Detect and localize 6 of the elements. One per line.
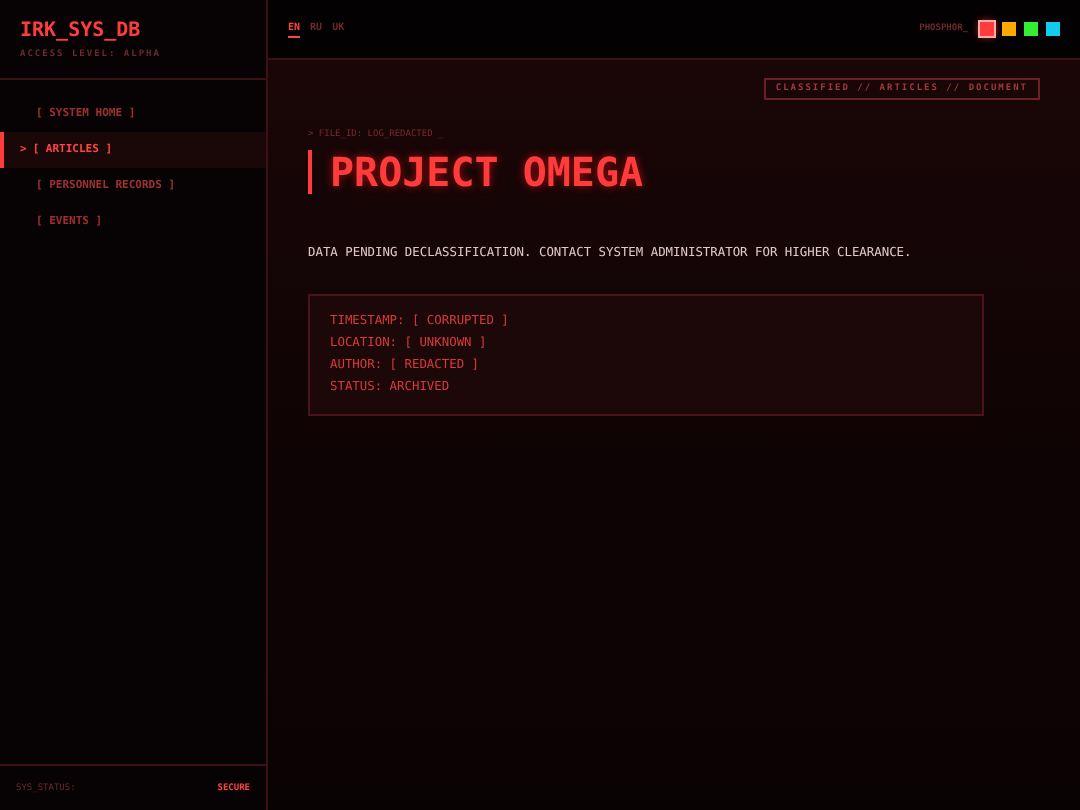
theme-swatch[interactable] xyxy=(980,22,994,36)
page-heading: PROJECT OMEGA xyxy=(308,150,644,194)
theme-swatch[interactable] xyxy=(1002,22,1016,36)
theme-swatch[interactable] xyxy=(1046,22,1060,36)
theme-swatch[interactable] xyxy=(1024,22,1038,36)
app-title: IRK_SYS_DB xyxy=(20,20,141,42)
